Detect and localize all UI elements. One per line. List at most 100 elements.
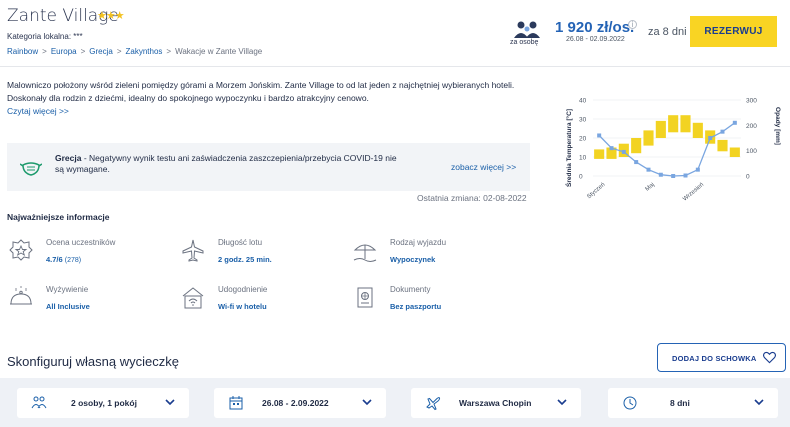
header-divider xyxy=(0,66,790,67)
feature-value-extra: (278) xyxy=(64,257,82,264)
climate-chart: 0 10 20 30 40 0 100 200 300 Średnia Temperatura [… xyxy=(564,98,781,203)
heart-icon xyxy=(763,351,776,364)
feature-value: 2 godz. 25 min. xyxy=(218,255,272,264)
people-icon xyxy=(31,396,47,409)
breadcrumb: Rainbow > Europa > Grecja > Zakynthos > Wakacje … xyxy=(7,47,262,56)
breadcrumb-item-zakynthos[interactable]: Zakynthos xyxy=(126,47,163,56)
wifi-icon xyxy=(182,287,204,309)
temperature-bar xyxy=(717,139,728,152)
chevron-down-icon xyxy=(362,399,372,406)
covid-country: Grecja xyxy=(55,153,82,163)
breadcrumb-item-grecja[interactable]: Grecja xyxy=(89,47,113,56)
precipitation-point xyxy=(621,149,626,154)
selector-value: 8 dni xyxy=(670,398,690,408)
add-to-box-button[interactable]: DODAJ DO SCHOWKA xyxy=(657,343,786,372)
price-dates: 26.08 - 02.09.2022 xyxy=(566,36,625,43)
temperature-bar xyxy=(594,149,605,159)
star-rating: ★★★ xyxy=(97,10,125,22)
last-change: Ostatnia zmiana: 02-08-2022 xyxy=(417,193,527,203)
y-right-tick-label: 200 xyxy=(746,123,757,130)
y-right-tick-label: 100 xyxy=(746,148,757,155)
feature-value: Bez paszportu xyxy=(390,302,441,311)
feature-label: Ocena uczestników xyxy=(46,238,116,247)
precipitation-point xyxy=(658,172,663,177)
temperature-bar xyxy=(692,122,703,138)
info-icon[interactable]: i xyxy=(628,20,637,29)
y-right-axis-label: Opady [mm] xyxy=(774,107,781,145)
breadcrumb-item-rainbow[interactable]: Rainbow xyxy=(7,47,38,56)
feature-value: Wi-fi w hotelu xyxy=(218,302,267,311)
temperature-bar xyxy=(655,120,666,138)
selector-value: Warszawa Chopin xyxy=(459,398,532,408)
x-tick-label: Styczeń xyxy=(586,182,606,200)
dish-icon xyxy=(10,286,32,305)
y-left-tick-label: 30 xyxy=(579,117,587,124)
feature-value-text: Wypoczynek xyxy=(390,255,436,264)
temperature-bar xyxy=(668,115,679,133)
feature-value-text: 4.7/6 xyxy=(46,255,63,264)
breadcrumb-separator: > xyxy=(80,47,86,56)
y-left-tick-label: 20 xyxy=(579,136,587,143)
selector-calendar[interactable]: 26.08 - 2.09.2022 xyxy=(214,388,386,418)
temperature-bar xyxy=(631,138,642,154)
y-left-tick-label: 0 xyxy=(579,174,583,181)
breadcrumb-separator: > xyxy=(116,47,122,56)
breadcrumb-separator: > xyxy=(42,47,47,56)
precipitation-point xyxy=(609,146,614,151)
chevron-down-icon xyxy=(754,399,764,406)
plane-icon xyxy=(182,239,204,262)
plane-icon xyxy=(426,397,441,411)
feature-value-text: Wi-fi w hotelu xyxy=(218,302,267,311)
y-right-tick-label: 0 xyxy=(746,174,750,181)
precipitation-point xyxy=(732,120,737,125)
selector-plane[interactable]: Warszawa Chopin xyxy=(411,388,581,418)
precipitation-point xyxy=(720,129,725,134)
precipitation-point xyxy=(646,167,651,172)
breadcrumb-item-europa[interactable]: Europa xyxy=(51,47,77,56)
temperature-bar xyxy=(729,147,740,157)
price-amount: 1 920 zł/os. xyxy=(555,19,635,36)
x-tick-label: Wrzesień xyxy=(682,182,705,203)
badge-icon xyxy=(9,239,33,261)
temperature-bar xyxy=(680,115,691,133)
selector-clock[interactable]: 8 dni xyxy=(608,388,778,418)
see-more-link[interactable]: zobacz więcej >> xyxy=(451,162,516,172)
hotel-description: Malowniczo położony wśród zieleni pomięd… xyxy=(7,80,515,103)
read-more-link[interactable]: Czytaj więcej >> xyxy=(7,106,69,116)
feature-label: Rodzaj wyjazdu xyxy=(390,238,447,247)
trip-duration: za 8 dni xyxy=(648,26,687,38)
covid-text: Grecja - Negatywny wynik testu ani zaświ… xyxy=(55,153,405,175)
precipitation-point xyxy=(683,173,688,178)
breadcrumb-separator: > xyxy=(166,47,172,56)
calendar-icon xyxy=(229,396,243,410)
local-category: Kategoria lokalna: *** xyxy=(7,32,83,41)
breadcrumb-item-current: Wakacje w Zante Village xyxy=(175,47,263,56)
selector-people[interactable]: 2 osoby, 1 pokój xyxy=(17,388,189,418)
feature-label: Dokumenty xyxy=(390,285,431,294)
y-left-tick-label: 10 xyxy=(579,155,587,162)
y-left-axis-label: Średnia Temperatura [°C] xyxy=(564,109,573,187)
feature-value-text: All Inclusive xyxy=(46,302,90,311)
feature-value: All Inclusive xyxy=(46,302,90,311)
book-button[interactable]: REZERWUJ xyxy=(690,16,777,47)
selector-value: 26.08 - 2.09.2022 xyxy=(262,398,329,408)
y-right-tick-label: 300 xyxy=(746,98,757,105)
precipitation-point xyxy=(708,136,713,140)
precipitation-point xyxy=(634,160,639,165)
mask-icon xyxy=(20,162,42,176)
feature-label: Długość lotu xyxy=(218,238,263,247)
feature-label: Udogodnienie xyxy=(218,285,268,294)
configure-title: Skonfiguruj własną wycieczkę xyxy=(7,354,179,369)
feature-value[interactable]: 4.7/6 (278) xyxy=(46,255,81,264)
precipitation-point xyxy=(671,174,676,178)
clock-icon xyxy=(623,396,637,410)
selector-value: 2 osoby, 1 pokój xyxy=(71,398,137,408)
features-title: Najważniejsze informacje xyxy=(7,212,110,222)
feature-label: Wyżywienie xyxy=(46,285,89,294)
per-person-label: za osobę xyxy=(510,39,539,46)
precipitation-point xyxy=(695,167,700,172)
people-icon xyxy=(514,21,540,38)
chevron-down-icon xyxy=(165,399,175,406)
y-left-tick-label: 40 xyxy=(579,98,587,105)
add-to-box-label: DODAJ DO SCHOWKA xyxy=(672,354,757,363)
